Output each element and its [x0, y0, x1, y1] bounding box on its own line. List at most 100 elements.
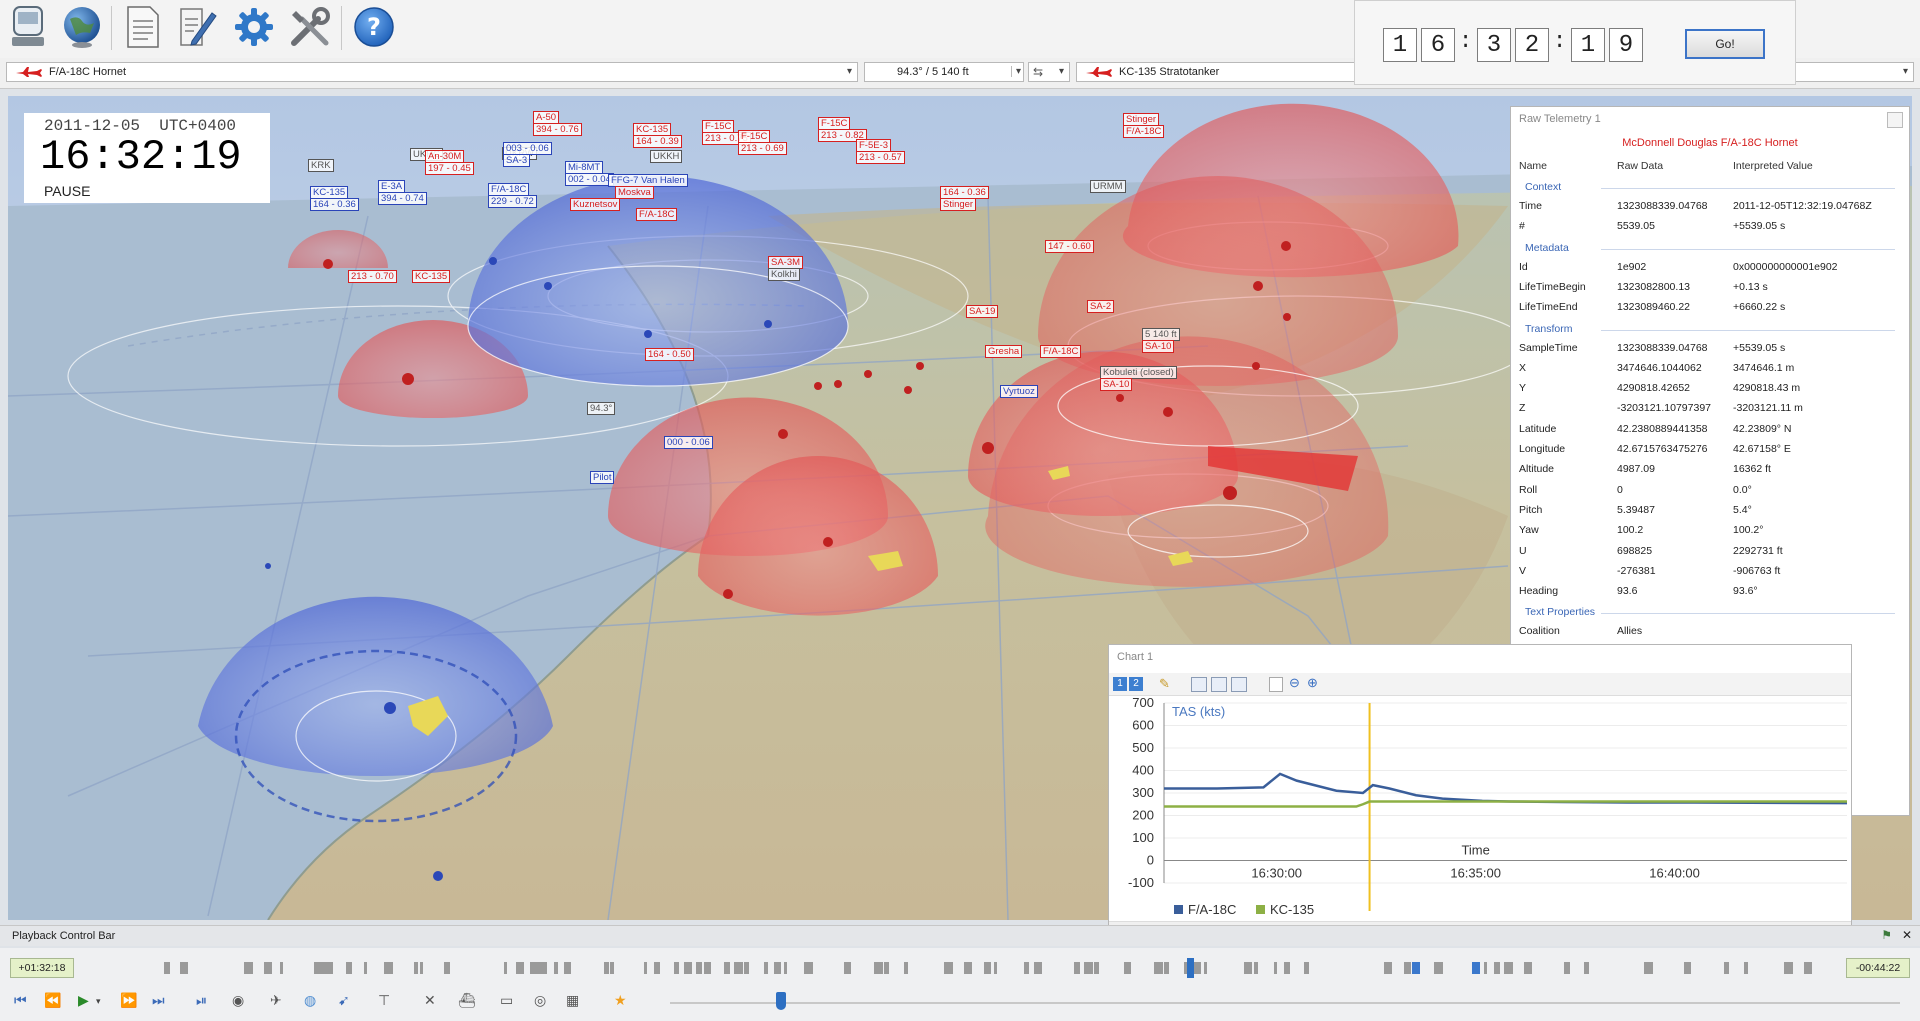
tools-icon[interactable] — [286, 3, 334, 51]
map-label[interactable]: Stinger — [940, 198, 977, 211]
map-label[interactable]: 394 - 0.74 — [378, 192, 427, 205]
map-label[interactable]: 164 - 0.39 — [633, 135, 682, 148]
telemetry-row[interactable]: Z -3203121.10797397 -3203121.11 m — [1511, 399, 1909, 418]
gear-icon[interactable] — [230, 3, 278, 51]
map-label[interactable]: 002 - 0.04 — [565, 173, 614, 186]
telemetry-row[interactable]: Time 1323088339.04768 2011-12-05T12:32:19.… — [1511, 197, 1909, 216]
chart-layout-icon[interactable] — [1211, 677, 1227, 692]
telemetry-row[interactable]: Coalition Allies — [1511, 622, 1909, 641]
primary-object-select[interactable]: F/A-18C Hornet ▾ — [6, 62, 858, 82]
playback-timeline[interactable]: +01:32:18 -00:44:22 — [0, 948, 1920, 984]
telemetry-row[interactable]: SampleTime 1323088339.04768 +5539.05 s — [1511, 339, 1909, 358]
map-label[interactable]: 394 - 0.76 — [533, 123, 582, 136]
telemetry-row[interactable]: Id 1e902 0x000000000001e902 — [1511, 258, 1909, 277]
map-label[interactable]: KC-135 — [412, 270, 451, 283]
map-label[interactable]: Gresha — [985, 345, 1023, 358]
play-icon[interactable]: ▶ — [78, 992, 89, 1009]
telemetry-section-header[interactable]: Transform — [1511, 319, 1909, 338]
help-icon[interactable]: ? — [350, 3, 398, 51]
go-button[interactable]: Go! — [1685, 29, 1765, 59]
ship-icon[interactable]: ⛴ — [458, 992, 476, 1009]
map-label[interactable]: Kuznetsov — [570, 198, 621, 211]
chart-view-2-button[interactable]: 2 — [1129, 677, 1143, 691]
bearing-range-select[interactable]: 94.3° / 5 140 ft ▾ — [864, 62, 1024, 82]
map-label[interactable]: Kolkhi — [768, 268, 800, 281]
telemetry-row[interactable]: Yaw 100.2 100.2° — [1511, 521, 1909, 540]
tools-icon[interactable]: ✕ — [424, 992, 436, 1009]
layout-icon[interactable]: ▦ — [566, 992, 579, 1009]
page-icon[interactable] — [1269, 677, 1283, 692]
telemetry-section-header[interactable]: Context — [1511, 177, 1909, 196]
map-label[interactable]: F/A-18C — [1040, 345, 1082, 358]
map-label[interactable]: F/A-18C — [636, 208, 678, 221]
world-icon[interactable]: ◎ — [534, 992, 546, 1009]
map-label[interactable]: SA-19 — [966, 305, 999, 318]
missile-icon[interactable]: ➹ — [338, 992, 350, 1009]
time-digit-5[interactable]: 1 — [1571, 28, 1605, 62]
map-label[interactable]: Vyrtuoz — [1000, 385, 1038, 398]
time-digit-3[interactable]: 3 — [1477, 28, 1511, 62]
camera-icon[interactable]: ◉ — [232, 992, 244, 1009]
zoom-out-icon[interactable]: ⊖ — [1289, 675, 1300, 691]
telemetry-row[interactable]: Pitch 5.39487 5.4° — [1511, 501, 1909, 520]
pin-icon[interactable]: ⚑ — [1881, 928, 1892, 942]
step-icon[interactable]: ⏯ — [196, 992, 207, 1009]
map-label[interactable]: 213 - 0.57 — [856, 151, 905, 164]
globe-icon[interactable] — [58, 3, 106, 51]
rewind-icon[interactable]: ⏪ — [44, 992, 61, 1009]
map-label[interactable]: 164 - 0.50 — [645, 348, 694, 361]
telemetry-section-header[interactable]: Metadata — [1511, 238, 1909, 257]
map-label[interactable]: URMM — [1090, 180, 1126, 193]
telemetry-row[interactable]: Roll 0 0.0° — [1511, 481, 1909, 500]
go-start-icon[interactable]: ⏮ — [14, 992, 27, 1009]
map-label[interactable]: SA-3 — [503, 154, 531, 167]
map-label[interactable]: SA-10 — [1142, 340, 1175, 353]
map-label[interactable]: Moskva — [615, 186, 654, 199]
map-label[interactable]: 94.3° — [587, 402, 616, 415]
star-icon[interactable]: ★ — [614, 992, 627, 1009]
chevron-down-icon[interactable]: ▾ — [1010, 66, 1021, 77]
map-label[interactable]: UKKH — [650, 150, 683, 163]
map-label[interactable]: 164 - 0.36 — [310, 198, 359, 211]
map-label[interactable]: 000 - 0.06 — [664, 436, 713, 449]
map-label[interactable]: 197 - 0.45 — [425, 162, 474, 175]
globe-icon[interactable]: ◍ — [304, 992, 316, 1009]
time-digit-2[interactable]: 6 — [1421, 28, 1455, 62]
chevron-down-icon[interactable]: ▾ — [847, 66, 852, 77]
map-label[interactable]: Pilot — [590, 471, 615, 484]
tower-icon[interactable]: ⊤ — [378, 992, 390, 1009]
time-digit-4[interactable]: 2 — [1515, 28, 1549, 62]
map-label[interactable]: F/A-18C — [1123, 125, 1165, 138]
time-digit-6[interactable]: 9 — [1609, 28, 1643, 62]
speed-slider-thumb[interactable] — [776, 992, 786, 1010]
chevron-down-icon[interactable]: ▾ — [1903, 66, 1908, 77]
telemetry-row[interactable]: Longitude 42.6715763475276 42.67158° E — [1511, 440, 1909, 459]
map-label[interactable]: SA-2 — [1087, 300, 1115, 313]
document-icon[interactable] — [118, 3, 166, 51]
timeline-track[interactable] — [84, 958, 1834, 978]
close-icon[interactable]: ✕ — [1902, 928, 1912, 942]
chart-view-1-button[interactable]: 1 — [1113, 677, 1127, 691]
map-label[interactable]: 147 - 0.60 — [1045, 240, 1094, 253]
telemetry-row[interactable]: Y 4290818.42652 4290818.43 m — [1511, 379, 1909, 398]
swap-objects-button[interactable]: ⇆ ▾ — [1028, 62, 1070, 82]
recorder-icon[interactable] — [4, 3, 52, 51]
chart-layout-icon[interactable] — [1231, 677, 1247, 692]
map-label[interactable]: 213 - 0.70 — [348, 270, 397, 283]
speed-slider-track[interactable] — [670, 1002, 1900, 1004]
map-label[interactable]: KRK — [308, 159, 334, 172]
tas-chart[interactable]: 700 600 500 400 300 200 100 0 -100 16:30:00 16:35:… — [1109, 697, 1851, 919]
chart-layout-icon[interactable] — [1191, 677, 1207, 692]
telemetry-row[interactable]: Heading 93.6 93.6° — [1511, 582, 1909, 601]
telemetry-row[interactable]: LifeTimeBegin 1323082800.13 +0.13 s — [1511, 278, 1909, 297]
telemetry-row[interactable]: Latitude 42.2380889441358 42.23809° N — [1511, 420, 1909, 439]
telemetry-row[interactable]: V -276381 -906763 ft — [1511, 562, 1909, 581]
zoom-in-icon[interactable]: ⊕ — [1307, 675, 1318, 691]
pin-icon[interactable]: ✎ — [1159, 676, 1170, 692]
map-label[interactable]: 213 - 0.69 — [738, 142, 787, 155]
telemetry-section-header[interactable]: Text Properties — [1511, 602, 1909, 621]
fast-forward-icon[interactable]: ⏩ — [120, 992, 137, 1009]
telemetry-row[interactable]: LifeTimeEnd 1323089460.22 +6660.22 s — [1511, 298, 1909, 317]
time-digit-1[interactable]: 1 — [1383, 28, 1417, 62]
map-label[interactable]: SA-10 — [1100, 378, 1133, 391]
